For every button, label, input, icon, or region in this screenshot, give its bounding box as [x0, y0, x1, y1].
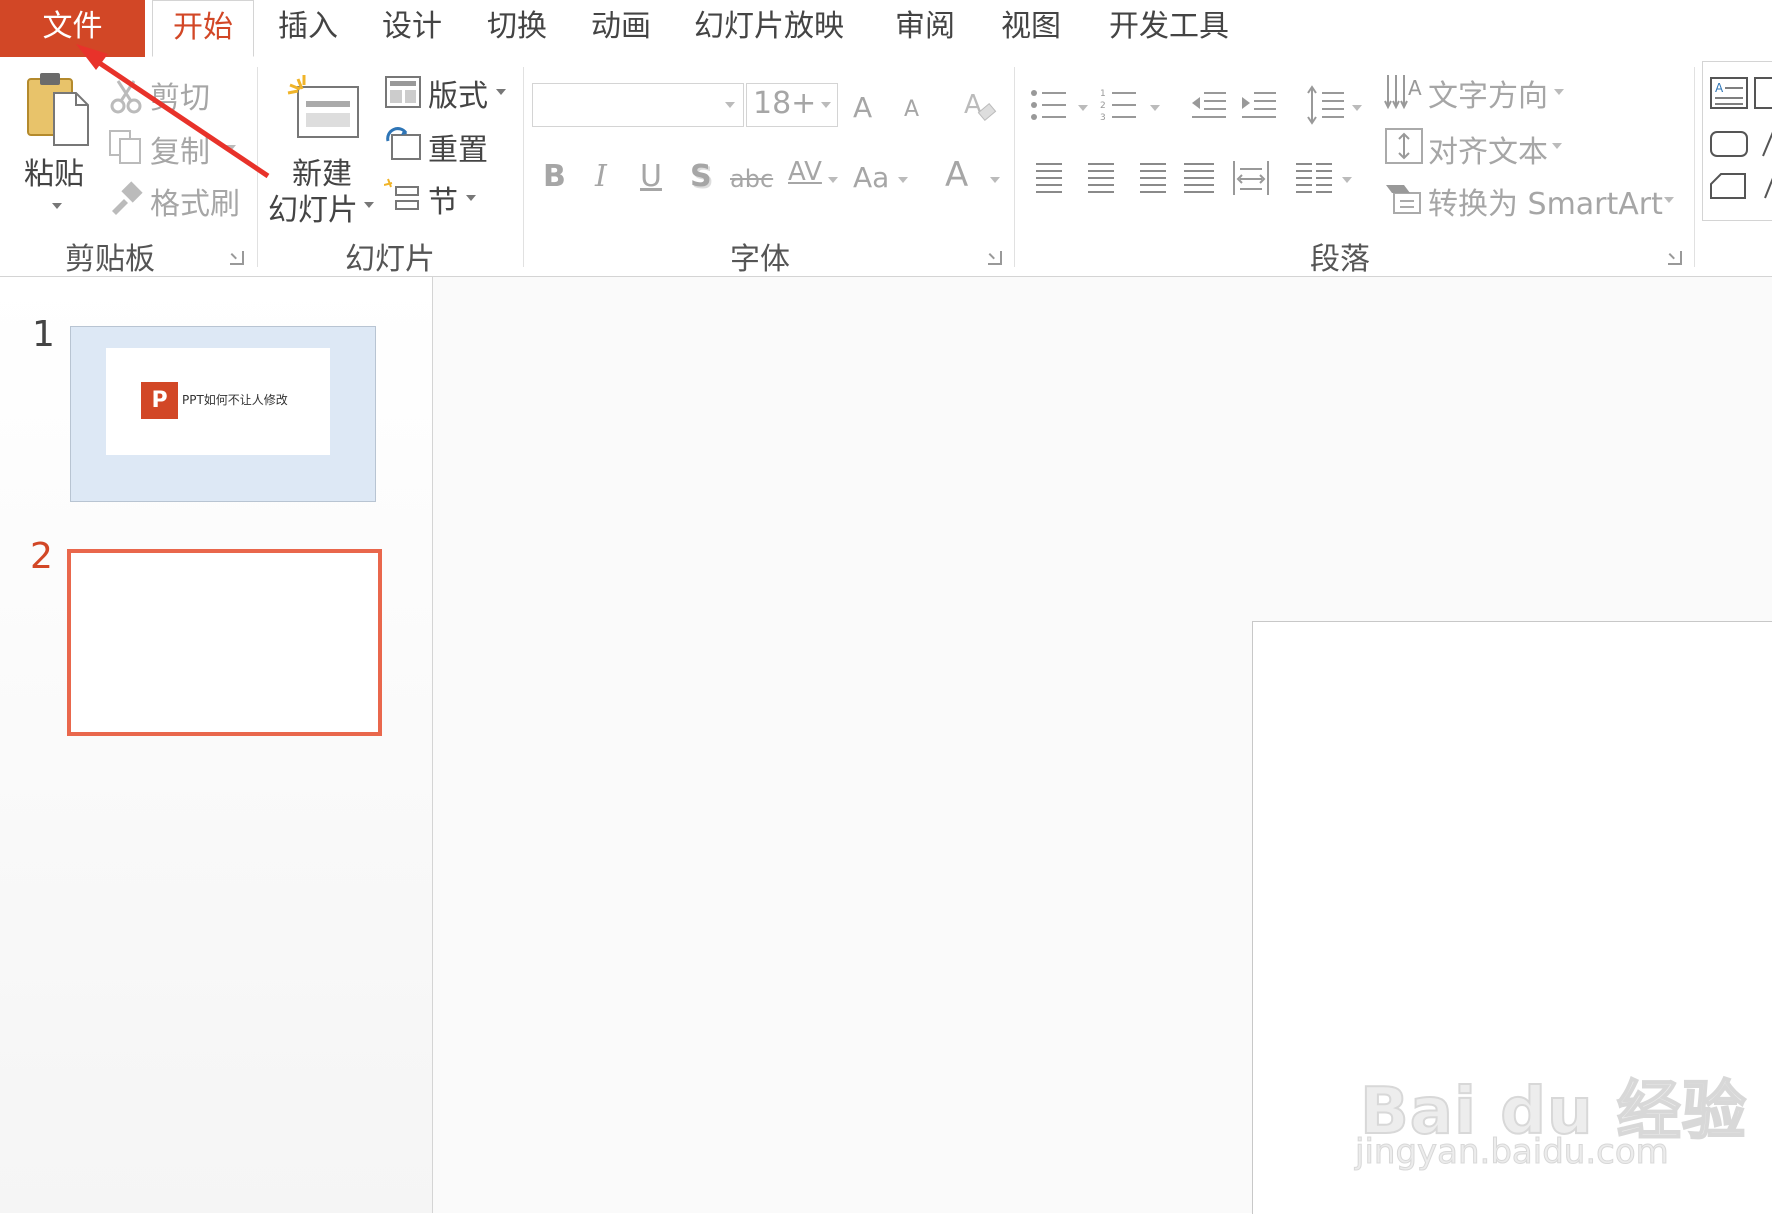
annotation-arrow-icon: [76, 44, 270, 179]
